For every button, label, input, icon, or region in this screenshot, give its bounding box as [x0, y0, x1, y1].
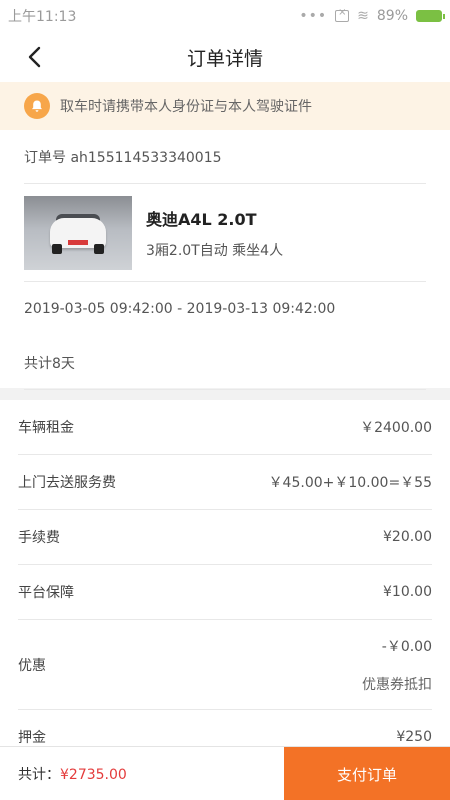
- page-title: 订单详情: [186, 47, 263, 70]
- status-bar: 上午11:13 ••• ≋ 89%: [0, 0, 450, 32]
- status-icons: ••• ≋ 89%: [299, 7, 445, 24]
- notice-text: 取车时请携带本人身份证与本人驾驶证件: [60, 99, 312, 115]
- car-name: 奥迪A4L 2.0T: [146, 209, 257, 229]
- fee-row-handling: 手续费 ¥20.00: [18, 510, 432, 565]
- bell-icon: [24, 93, 50, 119]
- fee-row-discount: 优惠 -￥0.00 优惠券抵扣: [18, 620, 432, 710]
- pay-order-button[interactable]: 支付订单: [284, 747, 450, 800]
- fee-value: ￥2400.00: [360, 420, 432, 436]
- status-time: 上午11:13: [8, 9, 77, 25]
- fee-list: 车辆租金 ￥2400.00 上门去送服务费 ￥45.00+￥10.00=￥55 …: [0, 400, 450, 765]
- battery-icon: [416, 10, 445, 22]
- wifi-icon: ≋: [357, 8, 369, 24]
- fee-label: 押金: [18, 730, 46, 746]
- fee-row-delivery: 上门去送服务费 ￥45.00+￥10.00=￥55: [18, 455, 432, 510]
- nav-bar: 订单详情: [0, 32, 450, 82]
- fee-row-rent: 车辆租金 ￥2400.00: [18, 400, 432, 455]
- car-spec: 3厢2.0T自动 乘坐4人: [146, 242, 284, 259]
- fee-value: ￥45.00+￥10.00=￥55: [268, 475, 432, 491]
- total-summary: 共计：¥2735.00: [0, 764, 127, 784]
- rental-date-range: 2019-03-05 09:42:00 - 2019-03-13 09:42:0…: [24, 301, 336, 317]
- fee-label: 车辆租金: [18, 420, 74, 436]
- fee-value: ¥20.00: [383, 529, 432, 545]
- total-label: 共计：: [18, 766, 60, 783]
- battery-percent: 89%: [376, 8, 408, 24]
- fee-label: 上门去送服务费: [18, 475, 116, 491]
- fee-label: 优惠: [18, 657, 46, 674]
- fee-label: 平台保障: [18, 585, 74, 601]
- fee-value: ¥250: [396, 729, 432, 745]
- order-card: 订单号 ah155114533340015 奥迪A4L 2.0T 3厢2.0T自…: [0, 130, 450, 390]
- notice-banner: 取车时请携带本人身份证与本人驾驶证件: [0, 82, 450, 130]
- total-amount: ¥2735.00: [60, 766, 127, 783]
- fee-label: 手续费: [18, 530, 60, 546]
- car-info: 奥迪A4L 2.0T 3厢2.0T自动 乘坐4人: [146, 206, 283, 260]
- bottom-bar: 共计：¥2735.00 支付订单: [0, 746, 450, 800]
- back-arrow-icon[interactable]: [22, 44, 48, 70]
- no-sim-icon: [335, 7, 350, 22]
- more-dots-icon: •••: [299, 8, 328, 24]
- fee-value: -￥0.00: [381, 638, 432, 655]
- car-row: 奥迪A4L 2.0T 3厢2.0T自动 乘坐4人: [24, 184, 426, 282]
- fee-row-insurance: 平台保障 ¥10.00: [18, 565, 432, 620]
- rental-total-days: 共计8天: [24, 336, 426, 390]
- car-image: [24, 195, 132, 270]
- order-number: 订单号 ah155114533340015: [24, 130, 426, 184]
- fee-value: ¥10.00: [383, 584, 432, 600]
- coupon-deduction-link[interactable]: 优惠券抵扣: [362, 674, 432, 694]
- discount-values: -￥0.00 优惠券抵扣: [362, 636, 432, 694]
